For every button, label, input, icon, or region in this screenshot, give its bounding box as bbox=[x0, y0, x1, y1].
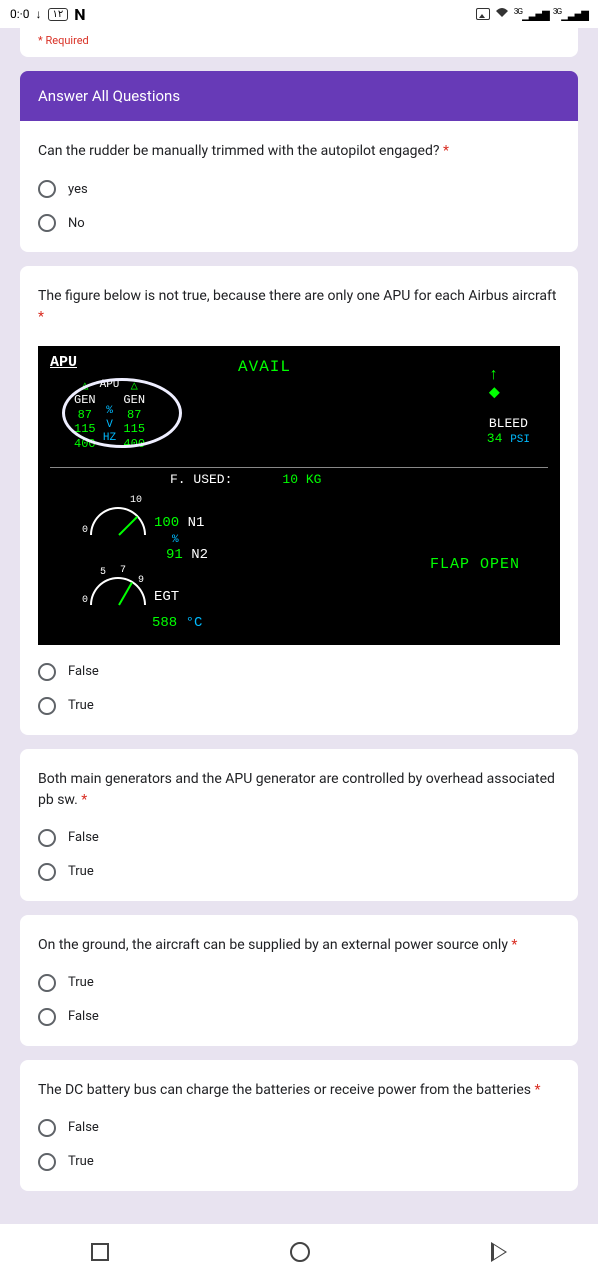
nav-back-icon[interactable] bbox=[491, 1242, 507, 1262]
egt-gauge: 5 7 9 0 EGT bbox=[90, 571, 548, 615]
radio-icon bbox=[38, 697, 56, 715]
question-card-3: Both main generators and the APU generat… bbox=[20, 749, 578, 901]
status-time: 0:·0 bbox=[10, 7, 30, 21]
q1-option-yes[interactable]: yes bbox=[38, 180, 560, 198]
q5-option-false[interactable]: False bbox=[38, 1119, 560, 1137]
bleed-box: BLEED 34 PSI bbox=[487, 416, 530, 446]
n-icon: N bbox=[74, 5, 85, 24]
apu-avail: AVAIL bbox=[238, 358, 291, 376]
radio-icon bbox=[38, 1153, 56, 1171]
q2-option-true[interactable]: True bbox=[38, 697, 560, 715]
q2-option-false[interactable]: False bbox=[38, 663, 560, 681]
n1-gauge: 10 0 100 N1% bbox=[90, 501, 548, 545]
radio-icon bbox=[38, 974, 56, 992]
q4-option-false[interactable]: False bbox=[38, 1008, 560, 1026]
question-card-4: On the ground, the aircraft can be suppl… bbox=[20, 915, 578, 1046]
radio-icon bbox=[38, 180, 56, 198]
fused-label: F. USED: bbox=[170, 472, 232, 487]
q2-text: The figure below is not true, because th… bbox=[38, 286, 560, 328]
keyboard-icon: ١٢ bbox=[48, 8, 69, 21]
radio-icon bbox=[38, 663, 56, 681]
radio-icon bbox=[38, 214, 56, 232]
q1-text: Can the rudder be manually trimmed with … bbox=[38, 141, 560, 162]
wifi-icon bbox=[494, 7, 510, 22]
nav-bar bbox=[0, 1224, 598, 1280]
status-bar: 0:·0 ↓ ١٢ N 3G▁▃▅▇ 3G▁▃▅▇ bbox=[0, 0, 598, 28]
q3-option-false[interactable]: False bbox=[38, 829, 560, 847]
q1-option-no[interactable]: No bbox=[38, 214, 560, 232]
highlight-circle bbox=[62, 378, 182, 448]
nav-recent-icon[interactable] bbox=[91, 1243, 109, 1261]
arrow-up-icon: ↑⬥ bbox=[489, 366, 500, 402]
fused-value: 10 KG bbox=[282, 472, 321, 487]
q5-text: The DC battery bus can charge the batter… bbox=[38, 1080, 560, 1101]
question-card-1: Can the rudder be manually trimmed with … bbox=[20, 121, 578, 252]
radio-icon bbox=[38, 1008, 56, 1026]
q5-option-true[interactable]: True bbox=[38, 1153, 560, 1171]
question-card-2: The figure below is not true, because th… bbox=[20, 266, 578, 735]
flap-open: FLAP OPEN bbox=[430, 556, 520, 573]
nav-home-icon[interactable] bbox=[290, 1242, 310, 1262]
question-card-5: The DC battery bus can charge the batter… bbox=[20, 1060, 578, 1191]
section-header: Answer All Questions bbox=[20, 71, 578, 121]
radio-icon bbox=[38, 863, 56, 881]
apu-title: APU bbox=[50, 354, 548, 371]
q3-option-true[interactable]: True bbox=[38, 863, 560, 881]
radio-icon bbox=[38, 829, 56, 847]
image-icon bbox=[476, 8, 490, 20]
q4-text: On the ground, the aircraft can be suppl… bbox=[38, 935, 560, 956]
q3-text: Both main generators and the APU generat… bbox=[38, 769, 560, 811]
required-note: * Required bbox=[20, 28, 578, 57]
q4-option-true[interactable]: True bbox=[38, 974, 560, 992]
radio-icon bbox=[38, 1119, 56, 1137]
apu-display-image: APU AVAIL ↑⬥ △ GEN 87 115 400 APU % V HZ bbox=[38, 346, 560, 645]
signal-3g-1: 3G▁▃▅▇ bbox=[514, 7, 549, 21]
download-icon: ↓ bbox=[36, 7, 42, 21]
signal-3g-2: 3G▁▃▅▇ bbox=[553, 7, 588, 21]
